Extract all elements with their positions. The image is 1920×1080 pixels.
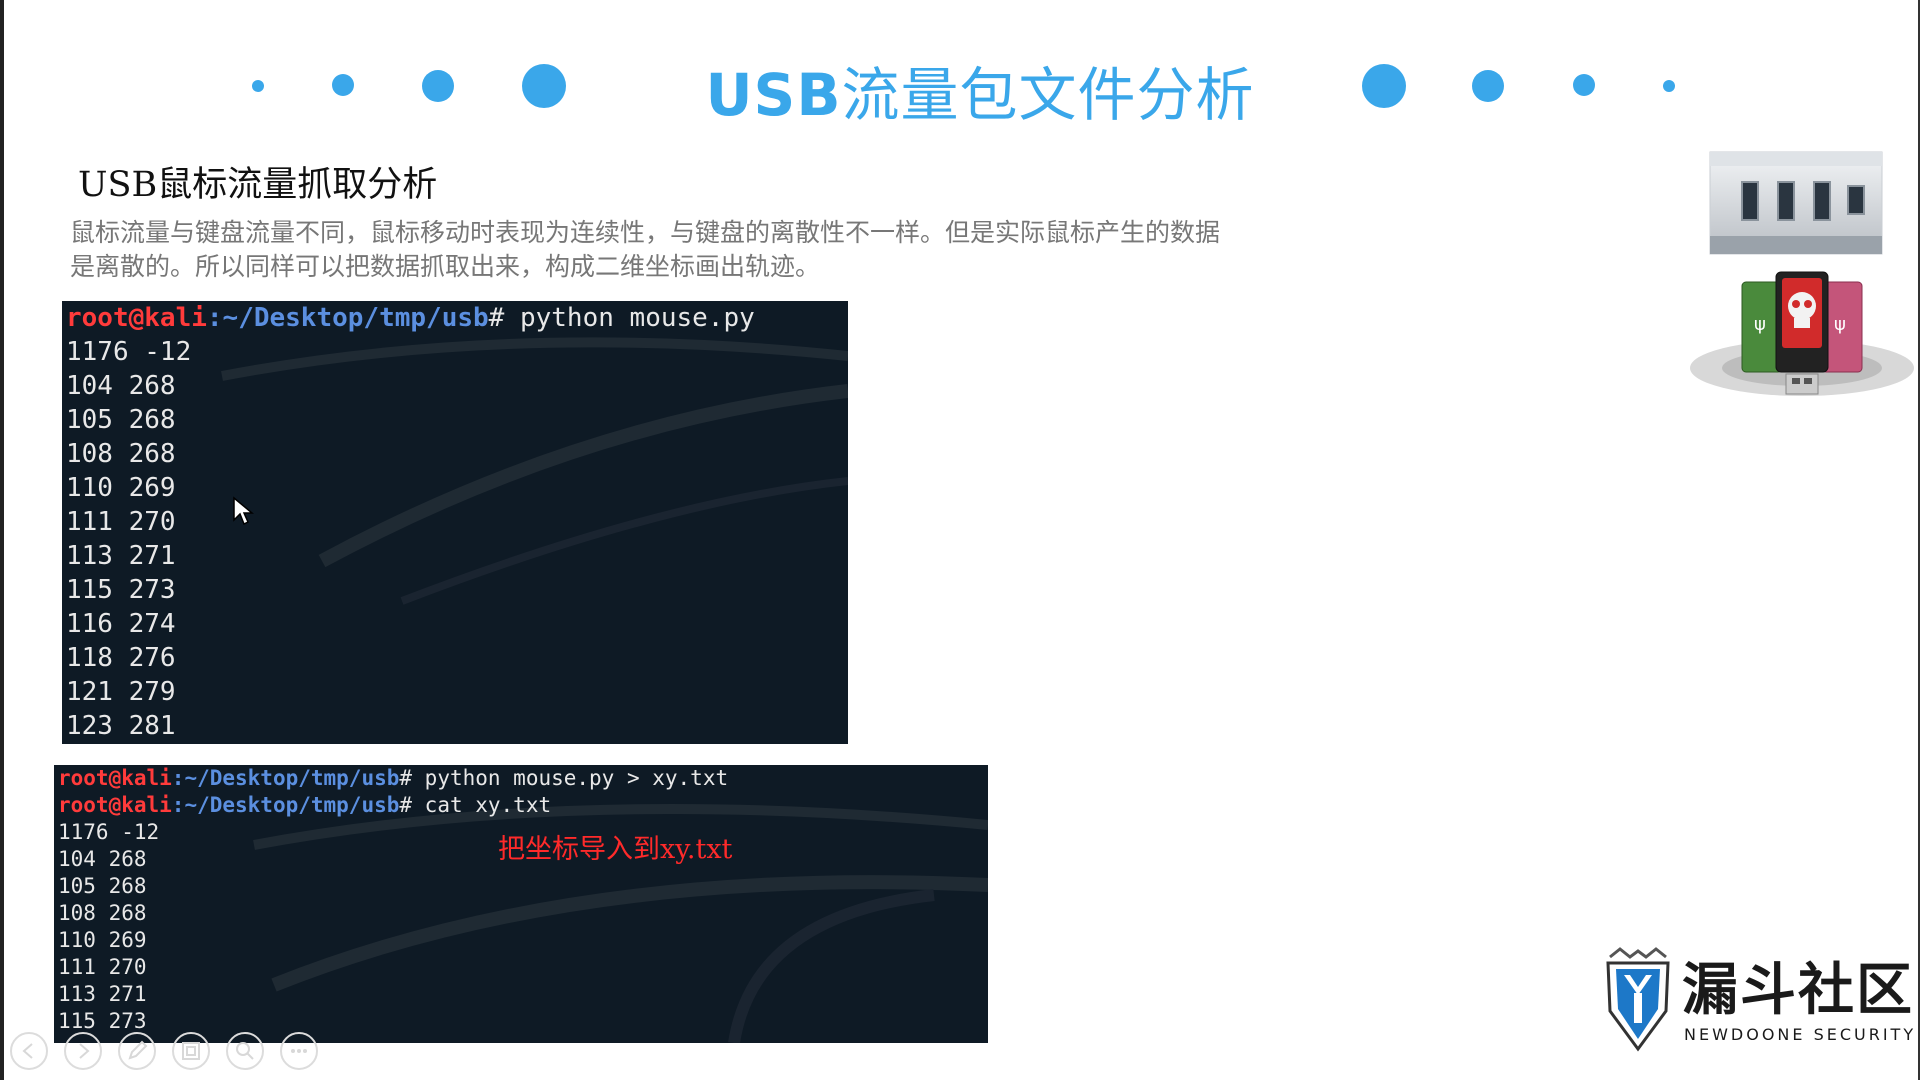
slide: USB流量包文件分析 USB鼠标流量抓取分析 鼠标流量与键盘流量不同，鼠标移动时… [0, 0, 1920, 1080]
output-line: 113 271 [58, 982, 147, 1006]
prompt-hash: # [488, 303, 505, 333]
red-annotation: 把坐标导入到xy.txt [498, 834, 733, 865]
previous-icon[interactable] [10, 1032, 48, 1070]
command-text: python mouse.py > xy.txt [412, 766, 729, 790]
command-line: root@kali:~/Desktop/tmp/usb# python mous… [58, 765, 728, 792]
terminal-screenshot-1: root@kali:~/Desktop/tmp/usb# python mous… [62, 301, 848, 744]
decorative-dot [332, 74, 354, 96]
decorative-dot [422, 70, 454, 102]
slide-title-usb: USB [705, 61, 842, 129]
decorative-dot [1573, 74, 1595, 96]
svg-text:ψ: ψ [1834, 314, 1846, 335]
newdoone-logo: 漏斗社区 NEWDOONE SECURITY [1600, 945, 1913, 1057]
prompt-path: :~/Desktop/tmp/usb [206, 303, 489, 333]
prompt-user: root@kali [58, 793, 172, 817]
decorative-dot [1362, 64, 1406, 108]
zoom-icon[interactable] [226, 1032, 264, 1070]
svg-text:ψ: ψ [1754, 314, 1766, 335]
output-line: 1176 -12 [66, 337, 192, 367]
output-line: 118 276 [66, 643, 176, 673]
output-line: 111 270 [58, 955, 147, 979]
usb-drives-image: ψ ψ [1690, 271, 1914, 396]
output-line: 104 268 [66, 371, 176, 401]
usb-hub-image [1709, 151, 1883, 255]
output-line: 111 270 [66, 507, 176, 537]
paragraph-line: 鼠标流量与键盘流量不同，鼠标移动时表现为连续性，与键盘的离散性不一样。但是实际鼠… [70, 218, 1221, 247]
logo-name: 漏斗社区 [1682, 958, 1914, 1023]
output-line: 123 281 [66, 711, 176, 741]
output-line: 105 268 [66, 405, 176, 435]
window-edge [0, 0, 4, 1080]
section-heading: USB鼠标流量抓取分析 [78, 165, 438, 205]
decorative-dot [1472, 70, 1504, 102]
prompt-user: root@kali [58, 766, 172, 790]
command-line: root@kali:~/Desktop/tmp/usb# python mous… [66, 301, 755, 335]
slide-title-rest: 流量包文件分析 [841, 61, 1255, 129]
prompt-hash: # [399, 766, 413, 790]
shield-icon [1606, 947, 1670, 1052]
output-line: 113 271 [66, 541, 176, 571]
terminal-output: root@kali:~/Desktop/tmp/usb# python mous… [58, 765, 728, 1035]
output-line: 121 279 [66, 677, 176, 707]
prompt-path: :~/Desktop/tmp/usb [171, 793, 400, 817]
decorative-dot [252, 80, 264, 92]
paragraph-line: 是离散的。所以同样可以把数据抓取出来，构成二维坐标画出轨迹。 [70, 252, 821, 281]
description-paragraph: 鼠标流量与键盘流量不同，鼠标移动时表现为连续性，与键盘的离散性不一样。但是实际鼠… [70, 216, 1370, 284]
output-line: 105 268 [58, 874, 147, 898]
prompt-path: :~/Desktop/tmp/usb [171, 766, 400, 790]
command-text: cat xy.txt [412, 793, 552, 817]
output-line: 108 268 [58, 901, 147, 925]
terminal-screenshot-2: root@kali:~/Desktop/tmp/usb# python mous… [54, 765, 988, 1043]
mouse-cursor-icon [233, 496, 254, 526]
decorative-dot [1663, 80, 1675, 92]
output-line: 110 269 [58, 928, 147, 952]
output-line: 116 274 [66, 609, 176, 639]
output-line: 108 268 [66, 439, 176, 469]
command-line: root@kali:~/Desktop/tmp/usb# cat xy.txt [58, 792, 728, 819]
prompt-hash: # [399, 793, 413, 817]
prompt-user: root@kali [66, 303, 207, 333]
output-line: 115 273 [58, 1009, 147, 1033]
more-icon[interactable] [280, 1032, 318, 1070]
pen-icon[interactable] [118, 1032, 156, 1070]
slide-title: USB流量包文件分析 [700, 48, 1260, 132]
terminal-output: root@kali:~/Desktop/tmp/usb# python mous… [66, 301, 755, 743]
logo-subtitle: NEWDOONE SECURITY [1684, 1025, 1917, 1044]
output-line: 115 273 [66, 575, 176, 605]
command-text: python mouse.py [504, 303, 755, 333]
decorative-dot [522, 64, 566, 108]
slides-icon[interactable] [172, 1032, 210, 1070]
next-icon[interactable] [64, 1032, 102, 1070]
output-line: 110 269 [66, 473, 176, 503]
